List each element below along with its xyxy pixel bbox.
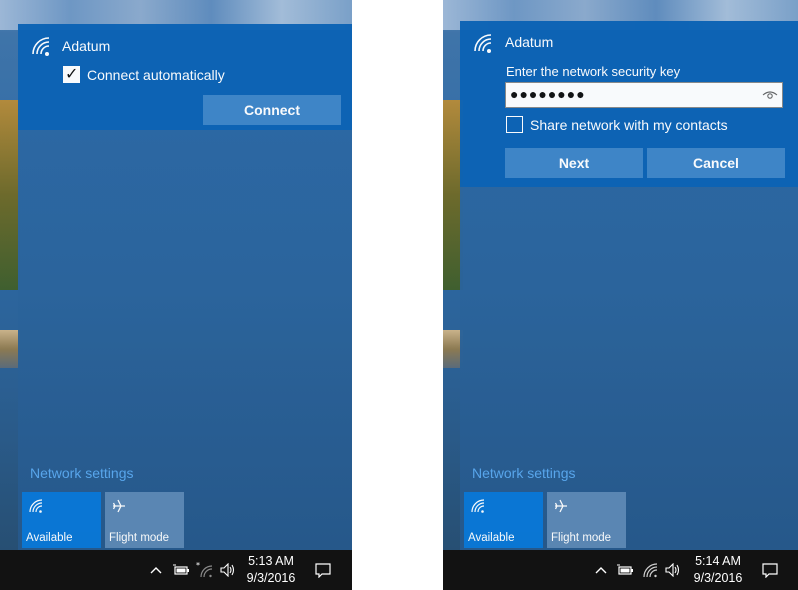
battery-plug-icon[interactable] bbox=[616, 560, 634, 580]
wallpaper-hill bbox=[0, 100, 20, 290]
network-name: Adatum bbox=[62, 38, 111, 54]
next-button[interactable]: Next bbox=[505, 148, 643, 178]
chevron-up-icon[interactable] bbox=[149, 560, 163, 580]
svg-text:*: * bbox=[196, 562, 200, 570]
right-screenshot: Adatum Enter the network security key ●●… bbox=[443, 0, 798, 590]
tile-flight-mode[interactable]: Flight mode bbox=[105, 492, 184, 548]
security-key-label: Enter the network security key bbox=[506, 64, 681, 79]
security-key-field[interactable]: ●●●●●●●● bbox=[505, 82, 783, 108]
clock-date[interactable]: 9/3/2016 bbox=[241, 570, 301, 586]
network-settings-link[interactable]: Network settings bbox=[472, 465, 575, 481]
wifi-icon bbox=[28, 498, 44, 514]
network-item-adatum: Adatum Enter the network security key ●●… bbox=[460, 21, 798, 187]
battery-plug-icon[interactable] bbox=[172, 560, 190, 580]
share-network-checkbox[interactable] bbox=[506, 116, 523, 133]
tile-flight-mode[interactable]: Flight mode bbox=[547, 492, 626, 548]
wifi-secured-icon bbox=[30, 35, 52, 57]
cancel-button[interactable]: Cancel bbox=[647, 148, 785, 178]
airplane-icon bbox=[111, 498, 127, 514]
clock-time[interactable]: 5:14 AM bbox=[688, 553, 748, 569]
connect-automatically-label: Connect automatically bbox=[87, 67, 225, 83]
wifi-tray-icon[interactable]: * bbox=[196, 560, 214, 580]
connect-automatically-checkbox[interactable] bbox=[63, 64, 80, 84]
airplane-icon bbox=[553, 498, 569, 514]
connect-button[interactable]: Connect bbox=[203, 95, 341, 125]
network-item-adatum[interactable]: Adatum Connect automatically Connect bbox=[18, 24, 352, 130]
wallpaper-shore bbox=[0, 330, 20, 368]
tile-label: Available bbox=[26, 532, 73, 544]
network-name: Adatum bbox=[505, 34, 554, 50]
action-center-icon[interactable] bbox=[760, 560, 780, 580]
tile-label: Flight mode bbox=[551, 532, 612, 544]
tile-wifi-available[interactable]: Available bbox=[464, 492, 543, 548]
clock-time[interactable]: 5:13 AM bbox=[241, 553, 301, 569]
left-screenshot: Adatum Connect automatically Connect Net… bbox=[0, 0, 352, 590]
network-flyout: Adatum Enter the network security key ●●… bbox=[460, 21, 798, 550]
wifi-icon bbox=[470, 498, 486, 514]
security-key-value: ●●●●●●●● bbox=[510, 86, 586, 102]
tile-label: Available bbox=[468, 532, 515, 544]
volume-icon[interactable] bbox=[664, 560, 682, 580]
network-settings-link[interactable]: Network settings bbox=[30, 465, 133, 481]
share-network-label: Share network with my contacts bbox=[530, 117, 728, 133]
taskbar: * 5:13 AM 9/3/2016 bbox=[0, 550, 352, 590]
tile-label: Flight mode bbox=[109, 532, 170, 544]
reveal-password-icon[interactable] bbox=[762, 88, 778, 102]
clock-date[interactable]: 9/3/2016 bbox=[688, 570, 748, 586]
network-flyout: Adatum Connect automatically Connect Net… bbox=[18, 24, 352, 550]
chevron-up-icon[interactable] bbox=[594, 560, 608, 580]
taskbar: 5:14 AM 9/3/2016 bbox=[443, 550, 798, 590]
volume-icon[interactable] bbox=[219, 560, 237, 580]
action-center-icon[interactable] bbox=[313, 560, 333, 580]
wifi-tray-icon[interactable] bbox=[641, 560, 659, 580]
tile-wifi-available[interactable]: Available bbox=[22, 492, 101, 548]
wifi-secured-icon bbox=[472, 32, 494, 54]
